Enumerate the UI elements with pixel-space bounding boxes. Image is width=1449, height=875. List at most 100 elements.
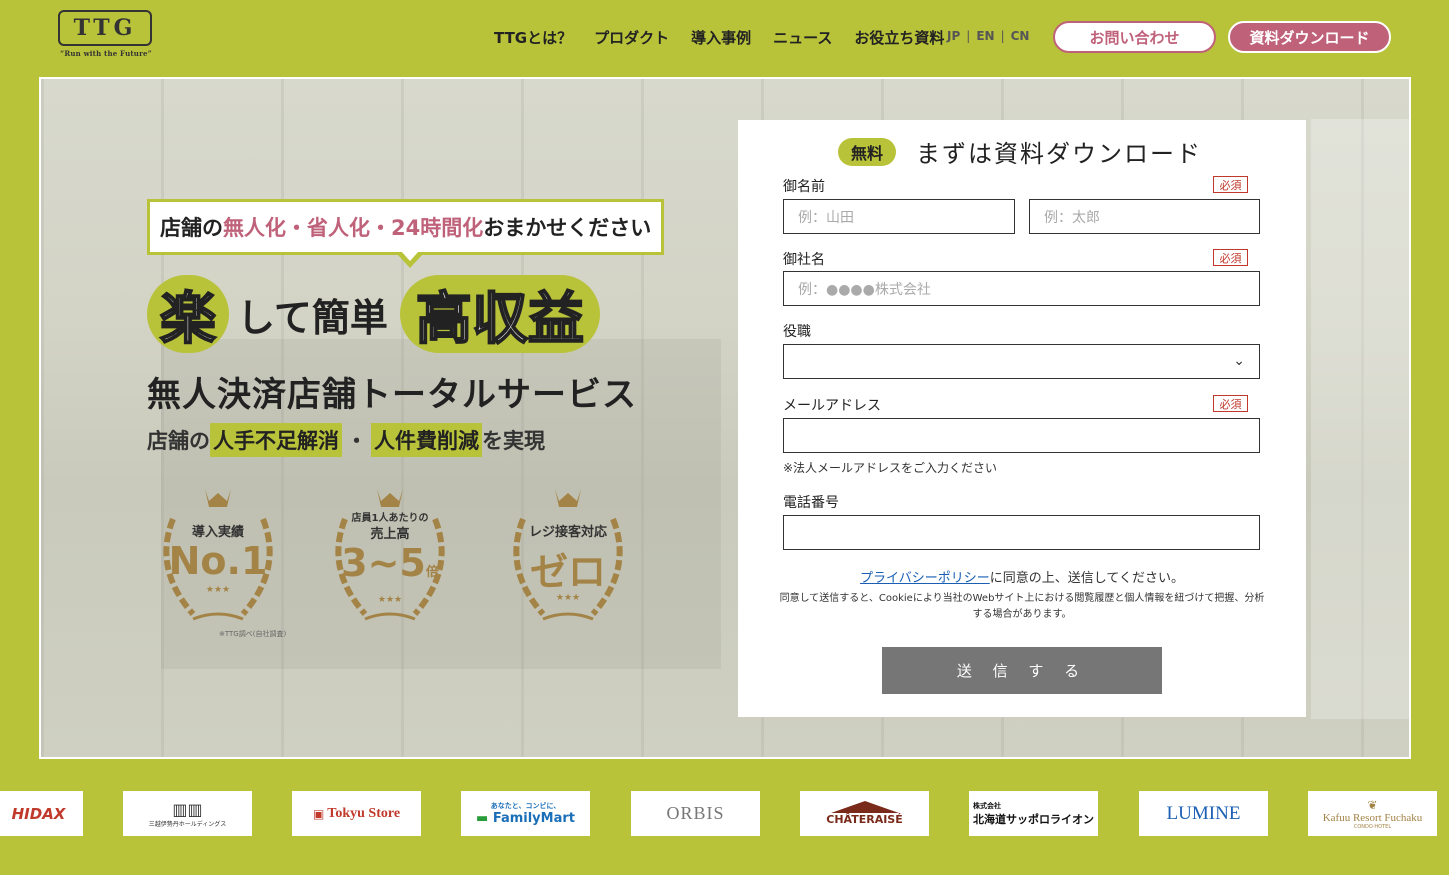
- catch-post: おまかせください: [483, 216, 652, 240]
- client-name: HIDAX: [11, 804, 66, 823]
- last-name-input[interactable]: 例：山田: [783, 199, 1015, 234]
- client-name: Tokyu Store: [327, 805, 401, 821]
- client-name: CHÂTERAISÉ: [826, 813, 903, 826]
- headline-middle: して簡単: [237, 295, 388, 340]
- email-hint: ※法人メールアドレスをご入力ください: [783, 461, 998, 475]
- client-logo-kafuu: ❦ Kafuu Resort Fuchaku CONDO·HOTEL: [1308, 791, 1437, 836]
- hero-subtitle: 無人決済店舗トータルサービス: [147, 375, 637, 415]
- position-label: 役職: [783, 324, 811, 340]
- phone-input[interactable]: [783, 515, 1260, 550]
- language-switcher: JP | EN | CN: [947, 29, 1029, 43]
- tag-pre: 店舗の: [147, 429, 210, 453]
- client-logo-strip: HIDAX ▥▥ 三越伊勢丹ホールディングス ▣ Tokyu Store あなた…: [0, 791, 1449, 836]
- lang-separator: |: [1000, 29, 1005, 43]
- client-name: LUMINE: [1166, 802, 1241, 824]
- privacy-consent: プライバシーポリシーに同意の上、送信してください。: [738, 567, 1306, 586]
- client-name-row: ▬ FamilyMart: [476, 811, 575, 826]
- hero-background-window: [1311, 119, 1409, 719]
- kafuu-emblem-icon: ❦: [1367, 797, 1378, 812]
- badge-value-suffix: 倍: [425, 565, 439, 580]
- logo-mark: TTG: [58, 10, 152, 46]
- nav-item-resources[interactable]: お役立ち資料: [854, 27, 944, 48]
- building-icon: ▥▥: [172, 799, 203, 819]
- hero-headline: 楽 して簡単 高収益: [147, 275, 600, 353]
- badge-zero: レジ接客対応 ゼロ ★★★: [493, 479, 643, 629]
- hero-catchphrase: 店舗の 無人化・省人化・24時間化 おまかせください: [147, 199, 665, 255]
- familymart-stripe-icon: ▬: [476, 811, 489, 826]
- catch-highlight: 無人化・省人化・24時間化: [223, 216, 484, 240]
- catch-pre: 店舗の: [160, 216, 223, 240]
- client-logo-lumine: LUMINE: [1139, 791, 1268, 836]
- client-logo-chateraise: CHÂTERAISÉ: [800, 791, 929, 836]
- badge-label: レジ接客対応: [528, 525, 607, 540]
- badge-stars: ★★★: [205, 585, 231, 595]
- company-input[interactable]: 例：●●●●株式会社: [783, 271, 1260, 306]
- client-prefix: 株式会社: [973, 801, 1001, 810]
- client-logo-familymart: あなたと、コンビに、 ▬ FamilyMart: [461, 791, 590, 836]
- client-name: 三越伊勢丹ホールディングス: [148, 820, 227, 828]
- chevron-down-icon: ⌄: [1233, 353, 1245, 369]
- required-badge: 必須: [1213, 395, 1248, 412]
- position-select[interactable]: ⌄: [783, 344, 1260, 379]
- download-button[interactable]: 資料ダウンロード: [1228, 21, 1391, 53]
- privacy-text: に同意の上、送信してください。: [989, 571, 1184, 586]
- headline-circle-easy: 楽: [147, 275, 229, 353]
- company-label: 御社名: [783, 252, 825, 268]
- lang-en[interactable]: EN: [976, 29, 994, 43]
- email-input[interactable]: [783, 418, 1260, 453]
- required-badge: 必須: [1213, 176, 1248, 193]
- tokyu-mark-icon: ▣: [312, 806, 325, 821]
- client-tagline: あなたと、コンビに、: [490, 802, 561, 810]
- tag-dot: ・: [346, 429, 367, 453]
- badge-label-2: 売上高: [370, 527, 410, 542]
- required-badge: 必須: [1213, 249, 1248, 266]
- nav-item-products[interactable]: プロダクト: [594, 27, 669, 48]
- name-label: 御名前: [783, 179, 825, 195]
- client-name: ORBIS: [666, 803, 725, 823]
- submit-button[interactable]: 送 信 す る: [882, 647, 1162, 694]
- client-logo-mitsukoshi-inner: ▥▥ 三越伊勢丹ホールディングス: [149, 800, 227, 828]
- badge-value: No.1: [168, 539, 268, 583]
- client-logo-mitsukoshi: ▥▥ 三越伊勢丹ホールディングス: [123, 791, 252, 836]
- roof-icon: [830, 801, 899, 813]
- speech-tail-inner: [401, 251, 419, 261]
- badge-sales: 店員1人あたりの 売上高 3~5倍 ★★★: [315, 479, 465, 629]
- hero-tagline: 店舗の 人手不足解消 ・ 人件費削減 を実現: [147, 423, 545, 457]
- badge-stars: ★★★: [555, 593, 581, 603]
- client-name: 北海道サッポロライオン: [973, 812, 1094, 826]
- tag-post: を実現: [482, 429, 545, 453]
- hero-section: 店舗の 無人化・省人化・24時間化 おまかせください 楽 して簡単 高収益 無人…: [39, 77, 1411, 759]
- lang-jp[interactable]: JP: [947, 29, 960, 43]
- client-logo-hidax: HIDAX: [0, 791, 83, 836]
- tag-highlight-2: 人件費削減: [371, 423, 482, 457]
- client-logo-sapporo-inner: 株式会社 北海道サッポロライオン: [973, 801, 1094, 827]
- email-label: メールアドレス: [783, 398, 881, 414]
- client-tagline: CONDO·HOTEL: [1353, 823, 1392, 830]
- badge-label: 導入実績: [191, 525, 244, 540]
- badge-label: 店員1人あたりの: [351, 513, 429, 524]
- client-logo-sapporo-lion: 株式会社 北海道サッポロライオン: [969, 791, 1098, 836]
- client-logo-familymart-inner: あなたと、コンビに、 ▬ FamilyMart: [476, 801, 575, 826]
- phone-label: 電話番号: [783, 495, 839, 511]
- survey-note: ※TTG調べ(自社調査): [219, 630, 287, 638]
- free-badge: 無料: [838, 137, 896, 166]
- form-title: 無料 まずは資料ダウンロード: [838, 134, 1202, 169]
- nav-item-news[interactable]: ニュース: [773, 27, 832, 48]
- client-logo-chateraise-inner: CHÂTERAISÉ: [826, 801, 903, 826]
- form-heading: まずは資料ダウンロード: [916, 140, 1202, 168]
- lang-cn[interactable]: CN: [1011, 29, 1030, 43]
- client-logo-kafuu-inner: ❦ Kafuu Resort Fuchaku CONDO·HOTEL: [1323, 798, 1423, 830]
- client-logo-orbis: ORBIS: [631, 791, 760, 836]
- badge-no1: 導入実績 No.1 ★★★: [143, 479, 293, 629]
- contact-button[interactable]: お問い合わせ: [1053, 21, 1216, 53]
- download-form: 無料 まずは資料ダウンロード 御名前 必須 例：山田 例：太郎 御社名 必須 例…: [738, 120, 1306, 717]
- ttg-logo[interactable]: TTG “Run with the Future”: [58, 10, 154, 64]
- badge-stars: ★★★: [377, 595, 403, 605]
- nav-item-about[interactable]: TTGとは？: [494, 27, 572, 48]
- first-name-input[interactable]: 例：太郎: [1029, 199, 1260, 234]
- badge-value-number: 3~5: [341, 541, 426, 585]
- main-nav: TTGとは？ プロダクト 導入事例 ニュース お役立ち資料: [494, 27, 944, 48]
- nav-item-cases[interactable]: 導入事例: [691, 27, 751, 48]
- client-name: Kafuu Resort Fuchaku: [1322, 811, 1423, 824]
- privacy-policy-link[interactable]: プライバシーポリシー: [860, 571, 990, 586]
